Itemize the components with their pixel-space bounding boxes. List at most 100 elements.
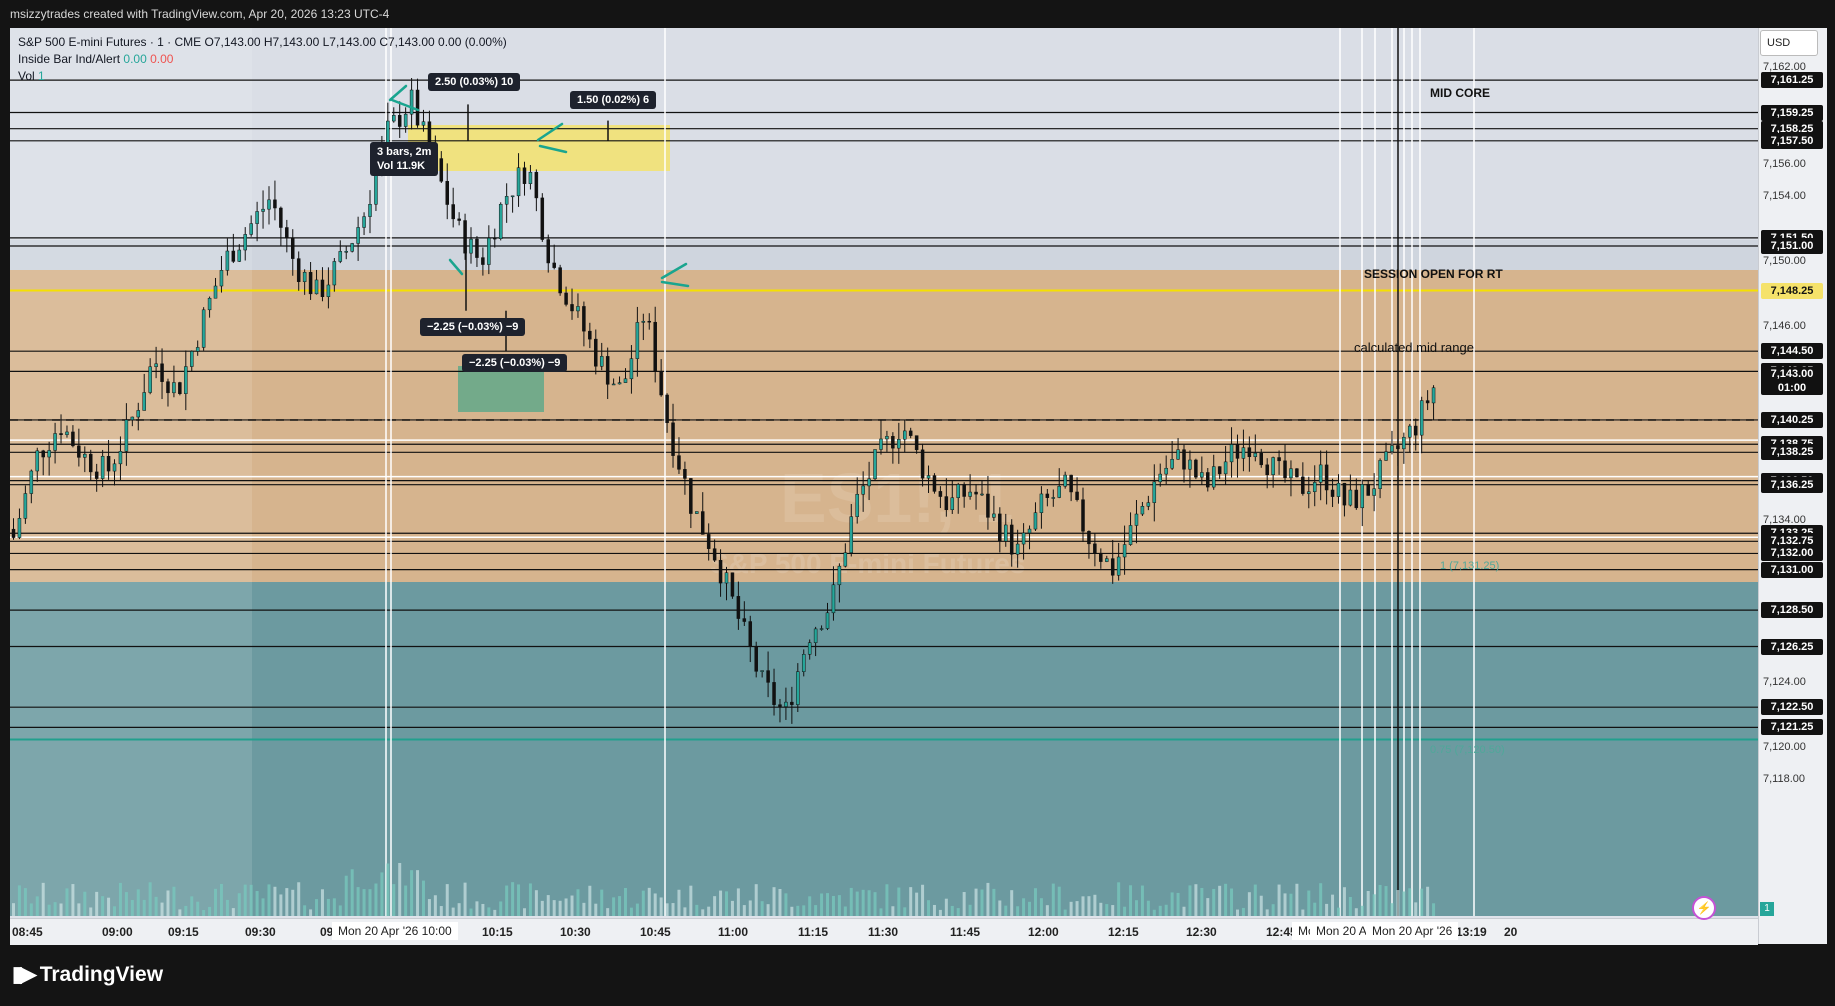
measure-tooltip-4[interactable]: −2.25 (−0.03%) −9 [462, 354, 568, 372]
candle-body [534, 171, 539, 199]
time-tick: 09:00 [102, 925, 133, 939]
candle-body [784, 701, 788, 707]
measure-tooltip-2[interactable]: 1.50 (0.02%) 6 [570, 91, 657, 109]
legend-volume-row[interactable]: Vol 1 [18, 68, 507, 85]
candle-body [706, 534, 711, 549]
candle-body [142, 392, 146, 411]
volume-bar [17, 885, 21, 916]
current-price-label[interactable]: 7,143.00 01:00 [1761, 367, 1823, 396]
bars-range-tooltip[interactable]: 3 bars, 2m Vol 11.9K [370, 142, 439, 176]
volume-bar [1129, 885, 1133, 916]
session-open-price-label[interactable]: 7,148.25 [1761, 282, 1823, 299]
time-tick: 13:19 [1456, 925, 1487, 939]
candle-body [599, 356, 604, 367]
candle-body [213, 285, 218, 299]
volume-bar [1235, 909, 1239, 916]
candle-body [1378, 460, 1382, 489]
candle-body [914, 435, 919, 451]
volume-bar [564, 898, 568, 916]
legend-symbol-row[interactable]: S&P 500 E-mini Futures · 1 · CME O7,143.… [18, 34, 507, 51]
candle-body [249, 223, 253, 235]
price-level-label[interactable]: 7,132.00 [1761, 545, 1823, 562]
volume-bar [1051, 883, 1055, 916]
volume-bar [689, 885, 693, 916]
chart-pane[interactable]: ES1!, 1 S&P 500 E-mini Futures S&P 500 E… [10, 28, 1758, 944]
candle-body [772, 682, 776, 705]
candle-body [106, 456, 111, 472]
price-level-label[interactable]: 7,126.25 [1761, 638, 1823, 655]
calc-mid-range-label[interactable]: calculated mid range [1354, 340, 1474, 355]
price-level-label[interactable]: 7,128.50 [1761, 602, 1823, 619]
candle-body [475, 238, 479, 258]
volume-bar [1253, 884, 1257, 916]
session-open-label[interactable]: SESSION OPEN FOR RT [1364, 267, 1503, 281]
candle-body [350, 243, 354, 252]
volume-bar [178, 909, 182, 916]
candle-body [1045, 493, 1050, 498]
price-level-label[interactable]: 7,159.25 [1761, 104, 1823, 121]
price-level-label[interactable]: 7,151.00 [1761, 238, 1823, 254]
candle-body [1372, 488, 1376, 496]
candle-body [498, 203, 503, 239]
volume-bar [1348, 896, 1352, 916]
candle-body [1408, 425, 1412, 438]
volume-bar [1283, 893, 1287, 916]
volume-bar [1331, 894, 1335, 916]
volume-bar [576, 889, 580, 916]
volume-bar [956, 908, 960, 916]
indicator-name[interactable]: Inside Bar Ind/Alert [18, 52, 120, 66]
price-level-label[interactable]: 7,138.25 [1761, 444, 1823, 461]
volume-bar [101, 896, 105, 916]
volume-bar [998, 900, 1002, 916]
volume-bar [338, 905, 342, 916]
volume-bar [148, 882, 152, 916]
volume-bar [719, 890, 723, 916]
candle-body [314, 279, 319, 295]
candle-body [956, 484, 960, 499]
candle-body [100, 456, 105, 479]
volume-bar [320, 889, 324, 916]
mid-core-label[interactable]: MID CORE [1430, 86, 1490, 100]
volume-bar [1170, 892, 1174, 916]
price-level-label[interactable]: 7,136.25 [1761, 476, 1823, 493]
volume-bar [243, 884, 247, 916]
volume-bar [849, 887, 853, 916]
time-tick: 12:15 [1108, 925, 1139, 939]
candle-body [1229, 444, 1234, 463]
price-level-label[interactable]: 7,122.50 [1761, 699, 1823, 716]
symbol-name[interactable]: S&P 500 E-mini Futures · 1 · CME [18, 35, 201, 49]
price-axis[interactable]: 7,162.00 7,156.00 7,154.00 7,150.00 7,146.00… [1758, 28, 1827, 944]
candle-body [255, 211, 259, 224]
volume-bar [404, 885, 408, 916]
volume-bar [303, 905, 307, 916]
volume-bar [754, 884, 758, 916]
price-level-label[interactable]: 7,131.00 [1761, 561, 1823, 578]
volume-bar [944, 898, 948, 916]
measure-tooltip-3[interactable]: −2.25 (−0.03%) −9 [420, 318, 526, 336]
volume-name[interactable]: Vol [18, 69, 35, 83]
price-level-label[interactable]: 7,144.50 [1761, 343, 1823, 360]
currency-selector[interactable]: USD [1760, 30, 1818, 56]
alert-bolt-icon[interactable]: ⚡ [1692, 896, 1716, 920]
volume-bar [546, 895, 550, 916]
legend-indicator-row[interactable]: Inside Bar Ind/Alert 0.00 0.00 [18, 51, 507, 68]
price-level-label[interactable]: 7,121.25 [1761, 719, 1823, 736]
volume-bar [1354, 908, 1358, 916]
candle-body [273, 199, 277, 209]
tradingview-logo[interactable]: ▮▶ TradingView [12, 962, 163, 987]
candle-body [504, 196, 509, 205]
candle-body [1105, 558, 1109, 562]
volume-bar [915, 892, 919, 916]
volume-bar [1099, 902, 1103, 916]
candle-body [332, 261, 337, 286]
volume-bar [392, 884, 396, 916]
price-level-label[interactable]: 7,161.25 [1761, 72, 1823, 89]
time-axis[interactable]: 08:45 09:00 09:15 09:30 09 10:15 10:30 10:45 11:… [10, 918, 1758, 945]
candle-body [1146, 502, 1151, 507]
volume-bar [481, 903, 485, 916]
candle-body [510, 195, 515, 198]
price-level-label[interactable]: 7,157.50 [1761, 132, 1823, 149]
volume-bar [1039, 898, 1043, 916]
candle-body [1200, 472, 1204, 478]
price-level-label[interactable]: 7,140.25 [1761, 411, 1823, 428]
